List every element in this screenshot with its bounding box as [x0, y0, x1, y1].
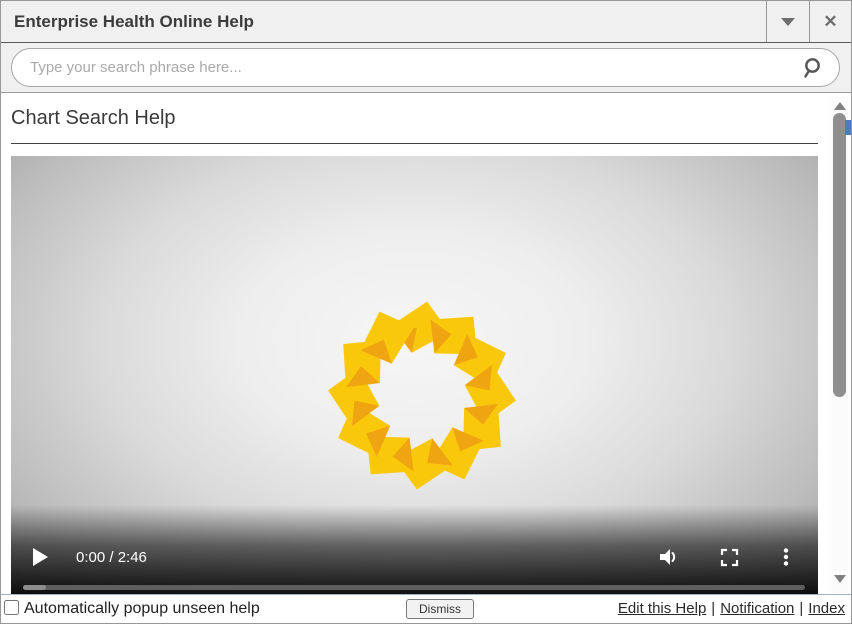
scrollbar-thumb[interactable] — [833, 113, 846, 397]
auto-popup-checkbox[interactable] — [4, 600, 19, 615]
link-separator: | — [799, 600, 803, 617]
scrollbar-up-button[interactable] — [833, 99, 846, 112]
chevron-down-icon — [781, 18, 795, 26]
search-input[interactable] — [12, 49, 839, 86]
video-controls-overlay: 0:00 / 2:46 — [11, 505, 818, 595]
video-time-display: 0:00 / 2:46 — [76, 549, 147, 566]
dialog-title: Enterprise Health Online Help — [14, 1, 254, 43]
footer-bar: Automatically popup unseen help Dismiss … — [1, 594, 851, 623]
index-link[interactable]: Index — [808, 600, 845, 617]
play-icon — [33, 548, 48, 566]
kebab-menu-icon — [776, 547, 796, 567]
notification-link[interactable]: Notification — [720, 600, 794, 617]
volume-icon — [658, 547, 678, 567]
collapse-button[interactable] — [766, 1, 808, 42]
scrollbar — [831, 97, 848, 593]
scrollbar-down-button[interactable] — [833, 572, 846, 585]
search-section — [1, 43, 851, 93]
titlebar: Enterprise Health Online Help ✕ — [1, 1, 851, 43]
enterprise-health-logo — [319, 293, 524, 498]
video-controls-row: 0:00 / 2:46 — [11, 543, 818, 571]
play-button[interactable] — [33, 548, 48, 566]
close-icon: ✕ — [823, 13, 837, 30]
clipped-background-fragment — [845, 120, 851, 135]
search-icon[interactable] — [802, 56, 826, 80]
video-player[interactable]: 0:00 / 2:46 — [11, 156, 818, 595]
dismiss-button[interactable]: Dismiss — [406, 599, 474, 619]
arrow-down-icon — [834, 575, 846, 583]
fullscreen-icon — [719, 547, 739, 567]
auto-popup-label: Automatically popup unseen help — [24, 595, 260, 623]
edit-help-link[interactable]: Edit this Help — [618, 600, 706, 617]
link-separator: | — [711, 600, 715, 617]
footer-links: Edit this Help | Notification | Index — [618, 595, 845, 623]
fullscreen-button[interactable] — [719, 547, 739, 567]
page-title: Chart Search Help — [11, 107, 176, 130]
search-pill — [11, 48, 840, 87]
video-progress-bar[interactable] — [23, 585, 805, 590]
help-dialog-window: Enterprise Health Online Help ✕ Chart Se… — [0, 0, 852, 624]
video-progress-loaded — [23, 585, 46, 590]
heading-divider — [11, 143, 818, 144]
volume-button[interactable] — [658, 547, 678, 567]
help-content: Chart Search Help — [1, 93, 851, 594]
close-button[interactable]: ✕ — [809, 1, 851, 42]
arrow-up-icon — [834, 102, 846, 110]
video-menu-button[interactable] — [776, 547, 796, 567]
